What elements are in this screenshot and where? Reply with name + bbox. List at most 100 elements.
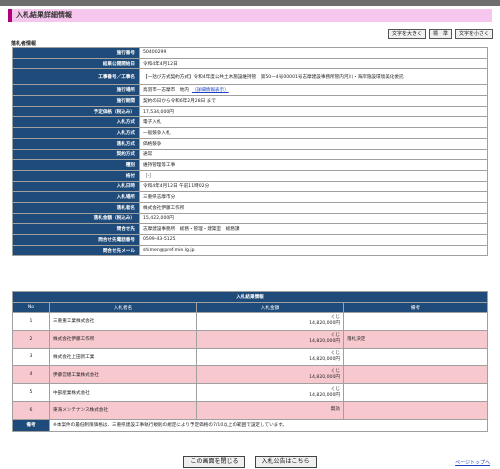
info-row: 種別 維持管理等工事 [12, 159, 488, 171]
result-no: 2 [12, 329, 50, 349]
info-value: 令和4年4月12日 午前11時02分 [143, 184, 210, 190]
info-row: 施行場所 鳥羽市ー志摩市 地内 （詳細情報表示） [12, 84, 488, 97]
info-row: 結果公開開始日 令和4年4月12日 [12, 57, 488, 70]
bid-results-table: 入札結果情報 No 入札者名 入札金額 備考 1 三重重工業株式会社 くじ 14,82… [12, 291, 488, 432]
info-value-cell: 通常 [139, 148, 488, 161]
bidder-name: 東海メンテナンス株式会社 [49, 400, 197, 420]
info-row: 施行期間 契約の日から令和6年2月28日 まで [12, 95, 488, 107]
info-value-cell: 17,534,000円 [139, 105, 488, 118]
result-row: 5 中部産業株式会社 くじ 14,820,000円 [12, 383, 488, 402]
bid-note: 落札決定 [343, 329, 488, 349]
font-size-controls: 文字を大きく 標 準 文字を小さく [387, 29, 493, 39]
info-value-cell: 契約の日から令和6年2月28日 まで [139, 95, 488, 107]
info-row: 落札方式 価格競争 [12, 137, 488, 150]
info-value-cell: 鳥羽市ー志摩市 地内 （詳細情報表示） [139, 84, 488, 97]
info-label: 入札方式 [12, 116, 140, 129]
info-value-cell: shimen@pref.mie.lg.jp [139, 244, 488, 257]
section-label: 落札者情報 [11, 41, 37, 47]
info-row: 格付 ［-］ [12, 169, 488, 182]
info-value-cell: 令和4年4月12日 午前11時02分 [139, 180, 488, 193]
result-no: 5 [12, 383, 50, 402]
bid-notice-button[interactable]: 入札公告はこちら [254, 456, 317, 468]
result-no: 4 [12, 365, 50, 385]
result-row: 6 東海メンテナンス株式会社 無効 [12, 400, 488, 420]
info-row: 工事番号／工事名 【一括び方式契約方式】令和4年度公共土木施設維持管 第50ー4号… [12, 68, 488, 86]
bid-amount-cell: くじ 14,820,000円 [196, 329, 344, 349]
close-window-button[interactable]: この画面を閉じる [183, 456, 246, 468]
info-value: 一般競争入札 [143, 130, 171, 136]
bid-amount: 14,820,000円 [309, 339, 340, 345]
bid-amount: 14,820,000円 [309, 321, 340, 327]
bidder-name: 三重重工業株式会社 [49, 312, 197, 331]
info-value-cell: 一般競争入札 [139, 127, 488, 139]
info-value: 15,422,000円 [143, 216, 174, 222]
info-value: 契約の日から令和6年2月28日 まで [143, 98, 216, 104]
info-row: 入札方式 電子入札 [12, 116, 488, 129]
result-row: 4 伊藤営繕工業株式会社 くじ 14,820,000円 [12, 365, 488, 385]
font-standard-button[interactable]: 標 準 [428, 29, 452, 39]
bid-note [343, 365, 488, 385]
info-value: 50400299 [143, 50, 167, 56]
info-value: 価格競争 [143, 141, 162, 147]
result-row: 1 三重重工業株式会社 くじ 14,820,000円 [12, 312, 488, 331]
info-value-cell: 15,422,000円 [139, 212, 488, 225]
info-row: 入札方式 一般競争入札 [12, 127, 488, 139]
info-value: 維持管理等工事 [143, 163, 176, 169]
location-detail-link[interactable]: （詳細情報表示） [192, 88, 229, 93]
info-value: 【一括び方式契約方式】令和4年度公共土木施設維持管 第50ー4号00001号志摩… [143, 74, 404, 80]
results-caption: 入札結果情報 [12, 291, 488, 303]
info-value-cell: 志摩建設事務所 総務・管理・建築室 総務課 [139, 223, 488, 235]
info-value: 鳥羽市ー志摩市 地内 [143, 88, 189, 94]
info-label: 予定価格（税込み） [12, 105, 140, 118]
info-label: 問合せ先 [12, 223, 140, 235]
info-row: 予定価格（税込み） 17,534,000円 [12, 105, 488, 118]
bid-amount-cell: くじ 14,820,000円 [196, 347, 344, 367]
bid-note [343, 383, 488, 402]
info-value: 0599-43-5125 [143, 237, 176, 243]
bid-note [343, 347, 488, 367]
info-label: 問合せ先メール [12, 244, 140, 257]
info-value-cell: 令和4年4月12日 [139, 57, 488, 70]
info-label: 施行場所 [12, 84, 140, 97]
info-row: 施行番号 50400299 [12, 47, 488, 59]
info-value: 通常 [143, 152, 153, 158]
info-value: 株式会社伊藤工作所 [143, 205, 185, 211]
font-smaller-button[interactable]: 文字を小さく [454, 29, 493, 39]
page-top-link[interactable]: ページトップへ [455, 459, 490, 466]
info-label: 施行期間 [12, 95, 140, 107]
info-label: 落札金額（税込み） [12, 212, 140, 225]
info-value-cell: ［-］ [139, 169, 488, 182]
info-value-cell: 三重県志摩市分 [139, 191, 488, 203]
page-title: 入札結果詳細情報 [8, 9, 492, 22]
remarks-text: ※本案件の最低制限価格は、三重県建設工事執行規則の規定により予定価格の7/10以… [49, 418, 488, 432]
bid-amount-cell: くじ 14,820,000円 [196, 312, 344, 331]
info-row: 問合せ先 志摩建設事務所 総務・管理・建築室 総務課 [12, 223, 488, 235]
info-row: 契約方式 通常 [12, 148, 488, 161]
info-label: 入札日時 [12, 180, 140, 193]
bidder-name: 株式会社伊藤工作所 [49, 329, 197, 349]
col-header-note: 備考 [343, 302, 488, 313]
info-value: 令和4年4月12日 [143, 61, 178, 67]
info-value-cell: 電子入札 [139, 116, 488, 129]
col-header-name: 入札者名 [49, 302, 197, 313]
info-label: 入札場所 [12, 191, 140, 203]
info-value: 三重県志摩市分 [143, 195, 176, 201]
bid-amount: 14,820,000円 [309, 374, 340, 380]
bidder-name: 中部産業株式会社 [49, 383, 197, 402]
bid-amount-cell: くじ 14,820,000円 [196, 365, 344, 385]
bid-amount: 14,820,000円 [309, 392, 340, 398]
font-larger-button[interactable]: 文字を大きく [387, 29, 426, 39]
bottom-button-bar: この画面を閉じる 入札公告はこちら [0, 448, 500, 468]
info-row: 落札金額（税込み） 15,422,000円 [12, 212, 488, 225]
result-row: 2 株式会社伊藤工作所 くじ 14,820,000円 落札決定 [12, 329, 488, 349]
result-no: 3 [12, 347, 50, 367]
info-value-cell: 価格競争 [139, 137, 488, 150]
top-strip [0, 0, 500, 6]
col-header-no: No [12, 302, 50, 313]
info-value-cell: 【一括び方式契約方式】令和4年度公共土木施設維持管 第50ー4号00001号志摩… [139, 68, 488, 86]
bid-amount: 無効 [330, 407, 340, 413]
info-value-cell: 0599-43-5125 [139, 234, 488, 246]
info-value: 電子入札 [143, 120, 162, 126]
bid-note [343, 312, 488, 331]
info-label: 問合せ先電話番号 [12, 234, 140, 246]
